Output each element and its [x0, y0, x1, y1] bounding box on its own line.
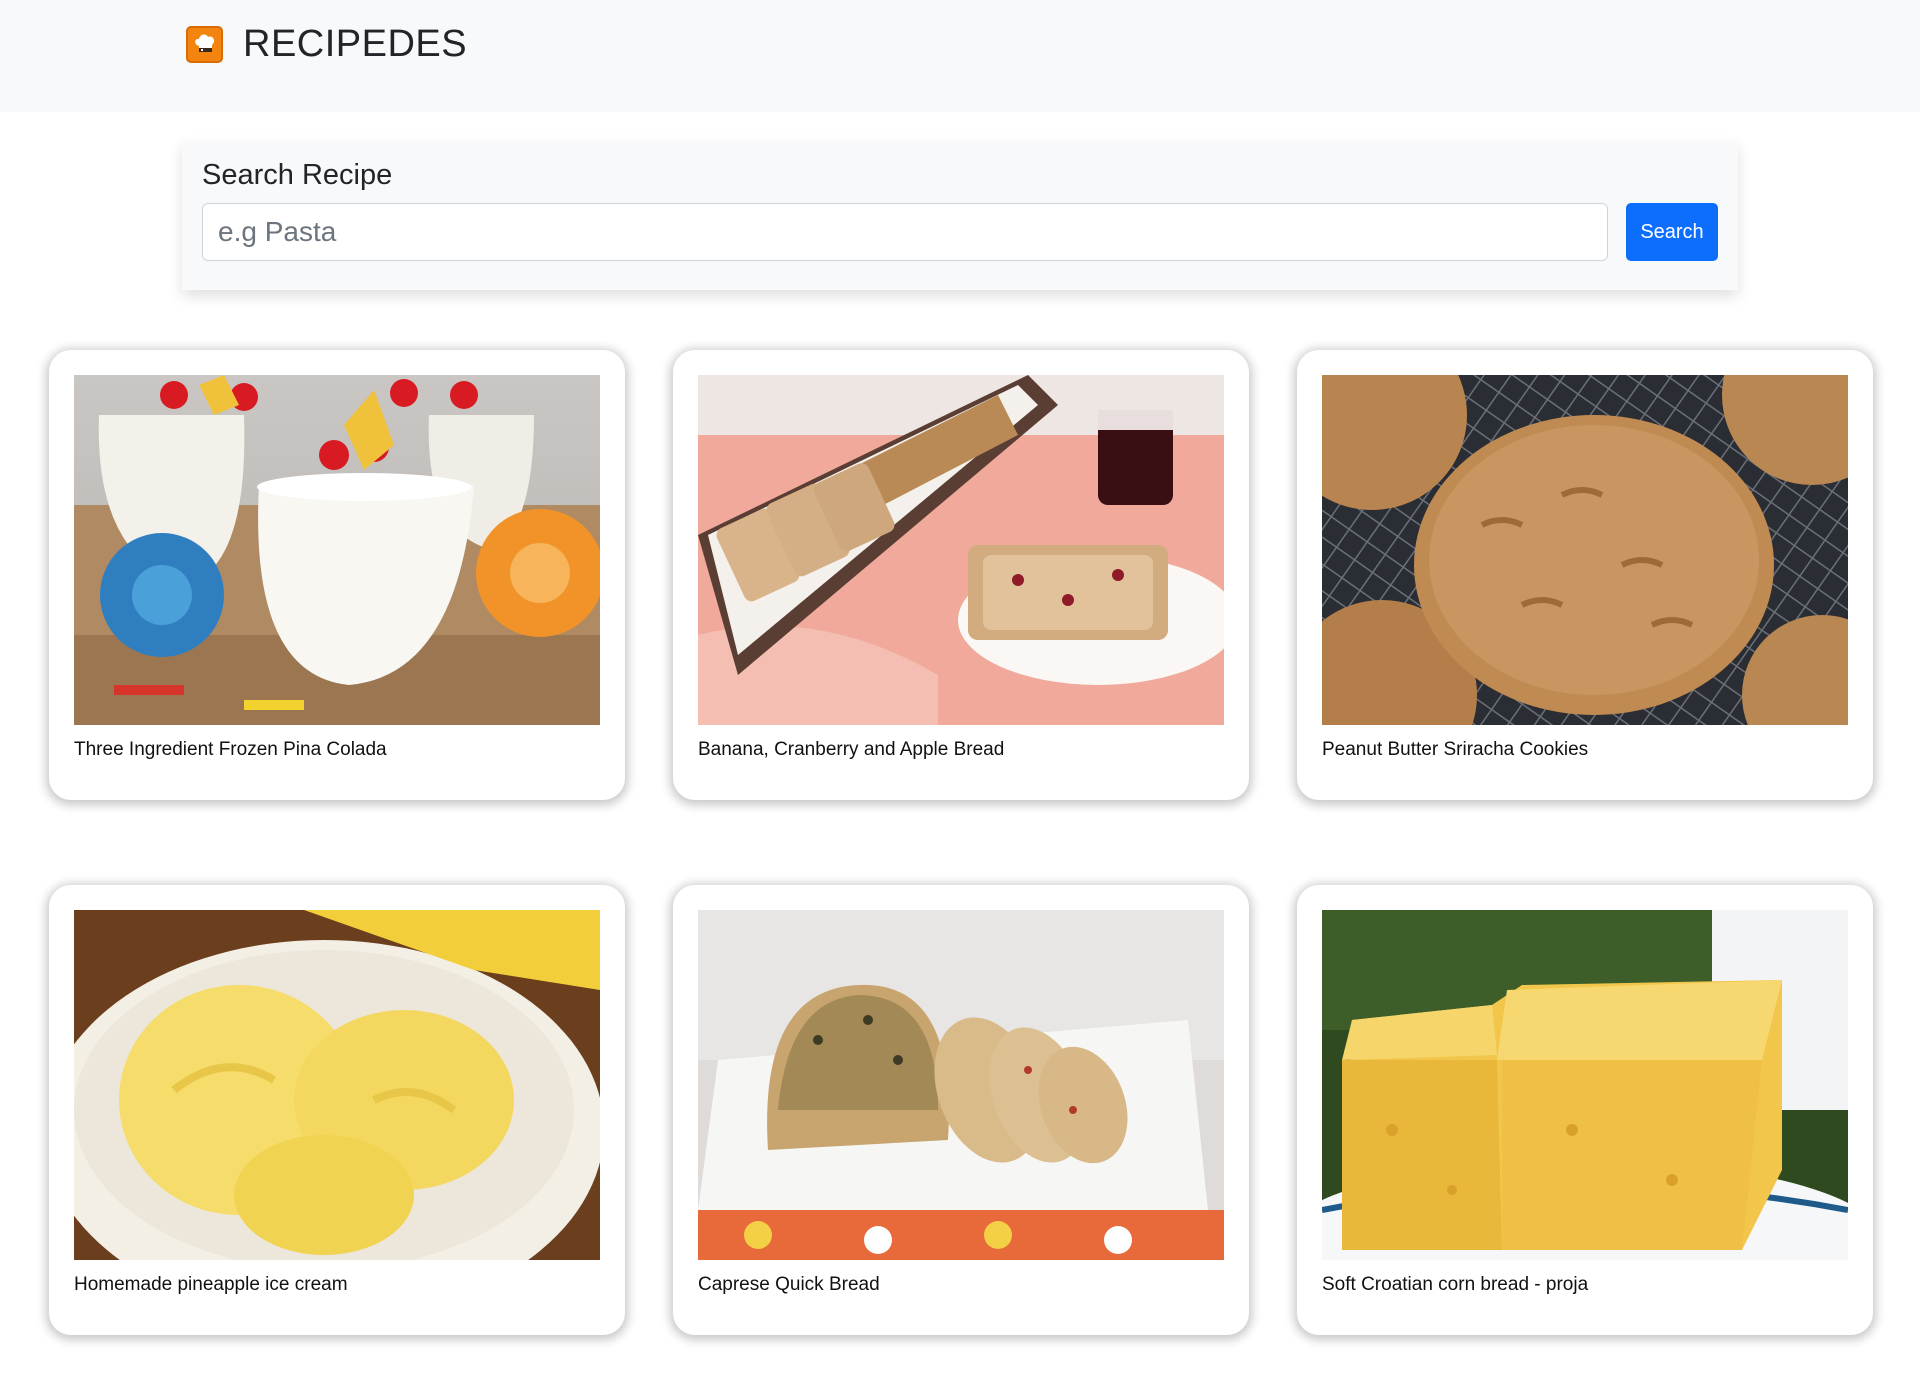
caprese-bread-photo: [698, 910, 1224, 1260]
search-button[interactable]: Search: [1626, 203, 1718, 261]
search-card: Search Recipe Search: [182, 142, 1738, 290]
banana-bread-photo: [698, 375, 1224, 725]
recipe-card[interactable]: Homemade pineapple ice cream: [49, 885, 625, 1335]
ice-cream-photo: [74, 910, 600, 1260]
recipe-title: Homemade pineapple ice cream: [74, 1274, 348, 1295]
recipe-title: Banana, Cranberry and Apple Bread: [698, 739, 1005, 760]
recipe-title: Three Ingredient Frozen Pina Colada: [74, 739, 387, 760]
recipe-card[interactable]: Three Ingredient Frozen Pina Colada: [49, 350, 625, 800]
recipe-card[interactable]: Peanut Butter Sriracha Cookies: [1297, 350, 1873, 800]
recipe-card[interactable]: Caprese Quick Bread: [673, 885, 1249, 1335]
brand-name: RECIPEDES: [243, 22, 468, 65]
search-input[interactable]: [202, 203, 1608, 261]
navbar: RECIPEDES: [0, 0, 1920, 112]
recipe-title: Caprese Quick Bread: [698, 1274, 880, 1295]
recipe-title: Peanut Butter Sriracha Cookies: [1322, 739, 1589, 760]
recipe-card[interactable]: Banana, Cranberry and Apple Bread: [673, 350, 1249, 800]
chef-hat-icon: [186, 25, 223, 63]
brand-link[interactable]: RECIPEDES: [186, 22, 467, 66]
recipe-title: Soft Croatian corn bread - proja: [1322, 1274, 1589, 1295]
pina-colada-photo: [74, 375, 600, 725]
recipe-card[interactable]: Soft Croatian corn bread - proja: [1297, 885, 1873, 1335]
cookies-photo: [1322, 375, 1848, 725]
corn-bread-photo: [1322, 910, 1848, 1260]
search-label: Search Recipe: [202, 159, 393, 191]
